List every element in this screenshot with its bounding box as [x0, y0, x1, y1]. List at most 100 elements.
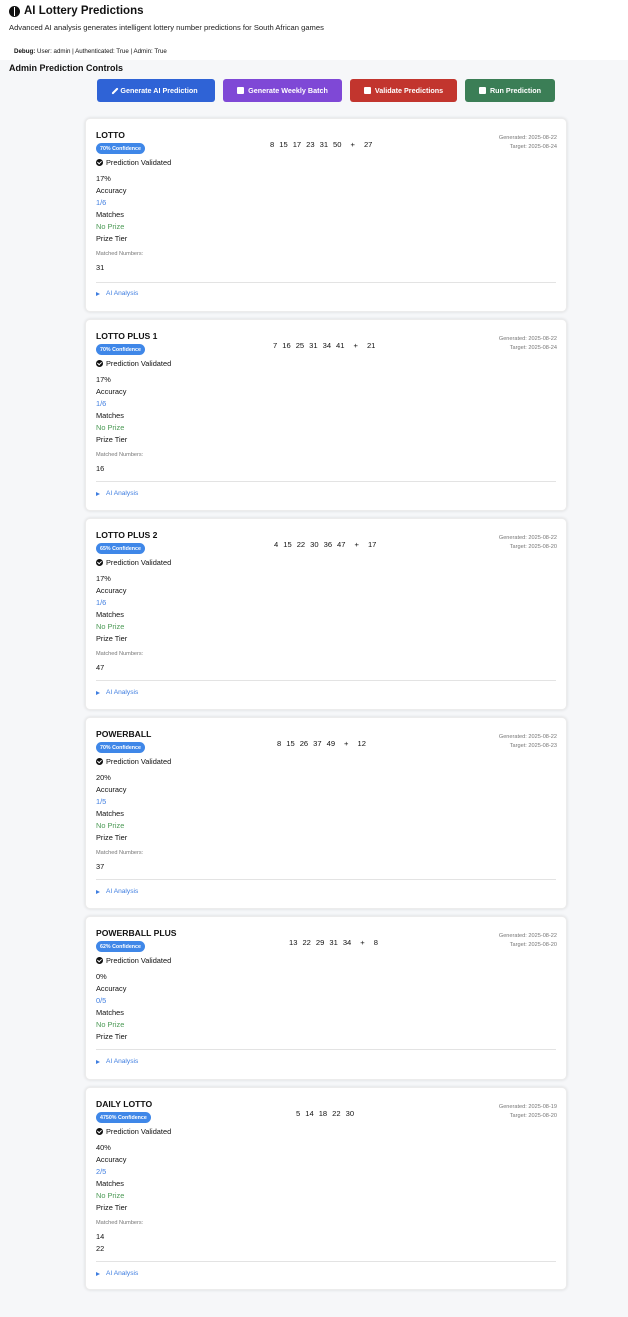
divider: [96, 1049, 556, 1050]
generate-weekly-batch-button[interactable]: Generate Weekly Batch: [223, 79, 342, 102]
number-ball: 8: [277, 739, 282, 748]
caret-right-icon: [96, 491, 100, 496]
bonus-number: 21: [366, 341, 376, 350]
confidence-badge: 70% Confidence: [96, 344, 145, 355]
check-circle-icon: [96, 957, 103, 964]
number-ball: 29: [315, 938, 325, 947]
prize-tier-label: Prize Tier: [96, 435, 128, 444]
ai-analysis-label: AI Analysis: [106, 888, 139, 895]
prize-tier-label: Prize Tier: [96, 833, 128, 842]
prediction-card-lotto-plus-2: LOTTO PLUS 2 65% Confidence Prediction V…: [85, 518, 567, 710]
validate-predictions-button[interactable]: Validate Predictions: [350, 79, 457, 102]
prediction-dates: Generated: 2025-08-22 Target: 2025-08-20: [499, 534, 557, 552]
predicted-numbers: 8 15 17 23 31 50 + 27: [270, 140, 372, 149]
pencil-icon: [111, 86, 119, 95]
number-ball: 7: [273, 341, 278, 350]
validated-status: Prediction Validated: [96, 158, 171, 167]
number-ball: 34: [322, 341, 332, 350]
prediction-card-lotto-plus-1: LOTTO PLUS 1 70% Confidence Prediction V…: [85, 319, 567, 511]
ai-analysis-toggle[interactable]: AI Analysis: [96, 290, 138, 297]
ai-analysis-toggle[interactable]: AI Analysis: [96, 1270, 138, 1277]
bonus-plus: +: [353, 341, 358, 350]
number-ball: 25: [295, 341, 305, 350]
target-date: Target: 2025-08-20: [509, 942, 557, 948]
prediction-card-powerball-plus: POWERBALL PLUS 62% Confidence Prediction…: [85, 916, 567, 1080]
number-ball: 30: [345, 1109, 355, 1118]
validated-status: Prediction Validated: [96, 359, 171, 368]
ai-analysis-toggle[interactable]: AI Analysis: [96, 689, 138, 696]
prize-value: No Prize: [96, 423, 125, 432]
number-ball: 26: [299, 739, 309, 748]
number-ball: 22: [296, 540, 306, 549]
accuracy-label: Accuracy: [96, 387, 127, 396]
prize-value: No Prize: [96, 622, 125, 631]
validated-status: Prediction Validated: [96, 956, 171, 965]
check-circle-icon: [96, 559, 103, 566]
number-ball: 41: [336, 341, 345, 350]
bonus-plus: +: [354, 540, 359, 549]
check-circle-icon: [96, 758, 103, 765]
prediction-dates: Generated: 2025-08-22 Target: 2025-08-24: [499, 335, 557, 353]
prediction-card-lotto: LOTTO 70% Confidence Prediction Validate…: [85, 118, 567, 312]
caret-right-icon: [96, 889, 100, 894]
ai-analysis-label: AI Analysis: [106, 290, 139, 297]
generate-ai-prediction-label: Generate AI Prediction: [120, 86, 198, 95]
matches-label: Matches: [96, 411, 124, 420]
confidence-badge: 4750% Confidence: [96, 1112, 151, 1123]
matches-value: 1/6: [96, 598, 107, 607]
predicted-numbers: 5 14 18 22 30: [296, 1109, 354, 1118]
ai-analysis-label: AI Analysis: [106, 689, 139, 696]
ai-analysis-label: AI Analysis: [106, 490, 139, 497]
matches-label: Matches: [96, 210, 124, 219]
divider: [96, 1261, 556, 1262]
prediction-card-powerball: POWERBALL 70% Confidence Prediction Vali…: [85, 717, 567, 909]
matched-number: 47: [96, 663, 105, 672]
matches-value: 0/5: [96, 996, 107, 1005]
prediction-card-daily-lotto: DAILY LOTTO 4750% Confidence Prediction …: [85, 1087, 567, 1290]
debug-label: Debug:: [14, 48, 36, 55]
target-date: Target: 2025-08-23: [509, 743, 557, 749]
generated-date: Generated: 2025-08-19: [498, 1104, 557, 1110]
ai-analysis-toggle[interactable]: AI Analysis: [96, 1058, 138, 1065]
accuracy-value: 0%: [96, 972, 107, 981]
divider: [96, 680, 556, 681]
generate-ai-prediction-button[interactable]: Generate AI Prediction: [97, 79, 215, 102]
number-ball: 23: [306, 140, 315, 149]
matched-numbers-label: Matched Numbers:: [96, 251, 144, 257]
validated-label: Prediction Validated: [106, 1127, 172, 1136]
game-name: POWERBALL PLUS: [96, 928, 177, 938]
admin-button-row: Generate AI Prediction Generate Weekly B…: [97, 79, 555, 102]
matches-value: 2/5: [96, 1167, 107, 1176]
ai-analysis-toggle[interactable]: AI Analysis: [96, 888, 138, 895]
caret-right-icon: [96, 1059, 100, 1064]
page-subtitle: Advanced AI analysis generates intellige…: [9, 23, 324, 32]
confidence-badge: 65% Confidence: [96, 543, 145, 554]
bonus-number: 27: [363, 140, 373, 149]
generated-date: Generated: 2025-08-22: [498, 535, 557, 541]
number-ball: 30: [310, 540, 319, 549]
bonus-plus: +: [360, 938, 365, 947]
matched-number: 31: [96, 263, 105, 272]
ai-analysis-label: AI Analysis: [106, 1058, 139, 1065]
page-title-text: AI Lottery Predictions: [24, 5, 144, 17]
number-ball: 5: [296, 1109, 301, 1118]
matches-value: 1/6: [96, 399, 107, 408]
ai-analysis-toggle[interactable]: AI Analysis: [96, 490, 138, 497]
matched-numbers-label: Matched Numbers:: [96, 651, 144, 657]
bonus-plus: +: [350, 140, 355, 149]
run-prediction-button[interactable]: Run Prediction: [465, 79, 555, 102]
matches-value: 1/6: [96, 198, 107, 207]
bonus-number: 8: [373, 938, 378, 947]
number-ball: 34: [342, 938, 352, 947]
matched-number: 14: [96, 1232, 105, 1241]
matches-label: Matches: [96, 809, 124, 818]
accuracy-value: 40%: [96, 1143, 111, 1152]
prize-value: No Prize: [96, 222, 125, 231]
predicted-numbers: 7 16 25 31 34 41 + 21: [273, 341, 375, 350]
game-name: POWERBALL: [96, 729, 152, 739]
ai-analysis-label: AI Analysis: [106, 1270, 139, 1277]
number-ball: 31: [319, 140, 329, 149]
calendar-icon: [237, 87, 245, 94]
confidence-badge: 70% Confidence: [96, 742, 145, 753]
number-ball: 18: [318, 1109, 328, 1118]
